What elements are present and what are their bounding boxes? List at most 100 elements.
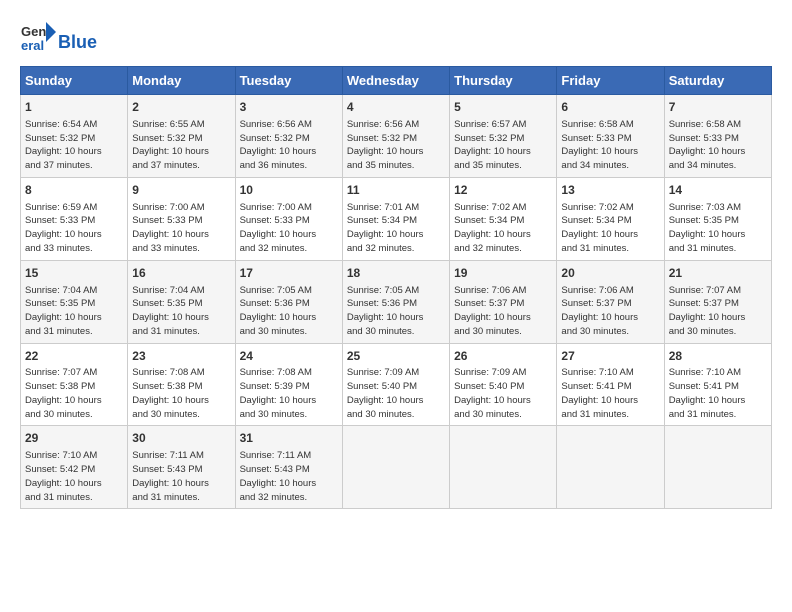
calendar-week-row: 22Sunrise: 7:07 AM Sunset: 5:38 PM Dayli… xyxy=(21,343,772,426)
day-number: 15 xyxy=(25,265,123,282)
calendar-week-row: 15 Sunrise: 7:04 AM Sunset: 5:35 PM Dayli… xyxy=(21,260,772,343)
day-number: 19 xyxy=(454,265,552,282)
calendar-cell: 1Sunrise: 6:54 AM Sunset: 5:32 PM Daylig… xyxy=(21,95,128,178)
calendar-cell: 21 Sunrise: 7:07 AM Sunset: 5:37 PM Dayli… xyxy=(664,260,771,343)
day-info: Sunrise: 7:06 AM Sunset: 5:37 PM Dayligh… xyxy=(454,284,552,339)
day-info: Sunrise: 7:05 AM Sunset: 5:36 PM Dayligh… xyxy=(240,284,338,339)
calendar-day-header: Friday xyxy=(557,67,664,95)
calendar-cell: 16Sunrise: 7:04 AM Sunset: 5:35 PM Dayli… xyxy=(128,260,235,343)
calendar-cell: 26Sunrise: 7:09 AM Sunset: 5:40 PM Dayli… xyxy=(450,343,557,426)
calendar-cell: 29Sunrise: 7:10 AM Sunset: 5:42 PM Dayli… xyxy=(21,426,128,509)
day-number: 10 xyxy=(240,182,338,199)
calendar-cell: 19 Sunrise: 7:06 AM Sunset: 5:37 PM Dayli… xyxy=(450,260,557,343)
day-info: Sunrise: 7:02 AM Sunset: 5:34 PM Dayligh… xyxy=(454,201,552,256)
calendar-day-header: Wednesday xyxy=(342,67,449,95)
day-number: 17 xyxy=(240,265,338,282)
day-number: 3 xyxy=(240,99,338,116)
calendar-cell: 18 Sunrise: 7:05 AM Sunset: 5:36 PM Dayli… xyxy=(342,260,449,343)
calendar-cell: 17 Sunrise: 7:05 AM Sunset: 5:36 PM Dayli… xyxy=(235,260,342,343)
calendar-day-header: Sunday xyxy=(21,67,128,95)
day-info: Sunrise: 7:11 AM Sunset: 5:43 PM Dayligh… xyxy=(240,449,338,504)
calendar-week-row: 8 Sunrise: 6:59 AM Sunset: 5:33 PM Daylig… xyxy=(21,177,772,260)
day-number: 27 xyxy=(561,348,659,365)
day-number: 1 xyxy=(25,99,123,116)
day-info: Sunrise: 7:01 AM Sunset: 5:34 PM Dayligh… xyxy=(347,201,445,256)
day-info: Sunrise: 7:07 AM Sunset: 5:37 PM Dayligh… xyxy=(669,284,767,339)
day-info: Sunrise: 6:56 AM Sunset: 5:32 PM Dayligh… xyxy=(347,118,445,173)
day-number: 21 xyxy=(669,265,767,282)
calendar-cell xyxy=(342,426,449,509)
day-number: 8 xyxy=(25,182,123,199)
day-number: 25 xyxy=(347,348,445,365)
day-number: 4 xyxy=(347,99,445,116)
page-header: Gen eral Blue xyxy=(20,20,772,56)
calendar-cell: 11 Sunrise: 7:01 AM Sunset: 5:34 PM Dayli… xyxy=(342,177,449,260)
calendar-cell: 15 Sunrise: 7:04 AM Sunset: 5:35 PM Dayli… xyxy=(21,260,128,343)
calendar-cell: 22Sunrise: 7:07 AM Sunset: 5:38 PM Dayli… xyxy=(21,343,128,426)
calendar-cell: 5 Sunrise: 6:57 AM Sunset: 5:32 PM Daylig… xyxy=(450,95,557,178)
day-info: Sunrise: 6:57 AM Sunset: 5:32 PM Dayligh… xyxy=(454,118,552,173)
day-number: 20 xyxy=(561,265,659,282)
day-number: 22 xyxy=(25,348,123,365)
day-number: 28 xyxy=(669,348,767,365)
day-info: Sunrise: 7:10 AM Sunset: 5:42 PM Dayligh… xyxy=(25,449,123,504)
day-info: Sunrise: 7:05 AM Sunset: 5:36 PM Dayligh… xyxy=(347,284,445,339)
calendar-cell: 12 Sunrise: 7:02 AM Sunset: 5:34 PM Dayli… xyxy=(450,177,557,260)
calendar-day-header: Thursday xyxy=(450,67,557,95)
day-number: 13 xyxy=(561,182,659,199)
day-info: Sunrise: 7:03 AM Sunset: 5:35 PM Dayligh… xyxy=(669,201,767,256)
calendar-cell xyxy=(450,426,557,509)
calendar-day-header: Saturday xyxy=(664,67,771,95)
calendar-cell: 30 Sunrise: 7:11 AM Sunset: 5:43 PM Dayli… xyxy=(128,426,235,509)
calendar-cell: 13 Sunrise: 7:02 AM Sunset: 5:34 PM Dayli… xyxy=(557,177,664,260)
day-info: Sunrise: 7:08 AM Sunset: 5:39 PM Dayligh… xyxy=(240,366,338,421)
logo: Gen eral Blue xyxy=(20,20,97,56)
calendar-cell xyxy=(557,426,664,509)
calendar-week-row: 1Sunrise: 6:54 AM Sunset: 5:32 PM Daylig… xyxy=(21,95,772,178)
svg-text:Gen: Gen xyxy=(21,24,46,39)
day-info: Sunrise: 6:56 AM Sunset: 5:32 PM Dayligh… xyxy=(240,118,338,173)
calendar-day-header: Tuesday xyxy=(235,67,342,95)
calendar-cell: 7 Sunrise: 6:58 AM Sunset: 5:33 PM Daylig… xyxy=(664,95,771,178)
calendar-cell: 31 Sunrise: 7:11 AM Sunset: 5:43 PM Dayli… xyxy=(235,426,342,509)
calendar-cell: 8 Sunrise: 6:59 AM Sunset: 5:33 PM Daylig… xyxy=(21,177,128,260)
calendar-cell: 9Sunrise: 7:00 AM Sunset: 5:33 PM Daylig… xyxy=(128,177,235,260)
day-info: Sunrise: 7:04 AM Sunset: 5:35 PM Dayligh… xyxy=(132,284,230,339)
day-info: Sunrise: 7:08 AM Sunset: 5:38 PM Dayligh… xyxy=(132,366,230,421)
day-number: 11 xyxy=(347,182,445,199)
day-number: 5 xyxy=(454,99,552,116)
day-info: Sunrise: 7:00 AM Sunset: 5:33 PM Dayligh… xyxy=(240,201,338,256)
calendar-cell: 4 Sunrise: 6:56 AM Sunset: 5:32 PM Daylig… xyxy=(342,95,449,178)
calendar-week-row: 29Sunrise: 7:10 AM Sunset: 5:42 PM Dayli… xyxy=(21,426,772,509)
day-info: Sunrise: 6:58 AM Sunset: 5:33 PM Dayligh… xyxy=(561,118,659,173)
day-info: Sunrise: 7:11 AM Sunset: 5:43 PM Dayligh… xyxy=(132,449,230,504)
calendar-cell: 23Sunrise: 7:08 AM Sunset: 5:38 PM Dayli… xyxy=(128,343,235,426)
day-number: 18 xyxy=(347,265,445,282)
day-info: Sunrise: 6:59 AM Sunset: 5:33 PM Dayligh… xyxy=(25,201,123,256)
day-number: 24 xyxy=(240,348,338,365)
calendar-cell xyxy=(664,426,771,509)
day-info: Sunrise: 7:09 AM Sunset: 5:40 PM Dayligh… xyxy=(347,366,445,421)
svg-text:eral: eral xyxy=(21,38,44,53)
day-number: 12 xyxy=(454,182,552,199)
day-number: 2 xyxy=(132,99,230,116)
day-number: 30 xyxy=(132,430,230,447)
day-info: Sunrise: 7:10 AM Sunset: 5:41 PM Dayligh… xyxy=(561,366,659,421)
calendar-cell: 14Sunrise: 7:03 AM Sunset: 5:35 PM Dayli… xyxy=(664,177,771,260)
day-number: 31 xyxy=(240,430,338,447)
calendar-cell: 3 Sunrise: 6:56 AM Sunset: 5:32 PM Daylig… xyxy=(235,95,342,178)
calendar-cell: 27Sunrise: 7:10 AM Sunset: 5:41 PM Dayli… xyxy=(557,343,664,426)
logo-graphic: Gen eral xyxy=(20,20,56,56)
day-info: Sunrise: 7:06 AM Sunset: 5:37 PM Dayligh… xyxy=(561,284,659,339)
calendar-day-header: Monday xyxy=(128,67,235,95)
day-number: 26 xyxy=(454,348,552,365)
day-number: 7 xyxy=(669,99,767,116)
day-info: Sunrise: 7:04 AM Sunset: 5:35 PM Dayligh… xyxy=(25,284,123,339)
day-info: Sunrise: 6:58 AM Sunset: 5:33 PM Dayligh… xyxy=(669,118,767,173)
calendar-cell: 25Sunrise: 7:09 AM Sunset: 5:40 PM Dayli… xyxy=(342,343,449,426)
day-number: 23 xyxy=(132,348,230,365)
day-info: Sunrise: 7:02 AM Sunset: 5:34 PM Dayligh… xyxy=(561,201,659,256)
logo-blue-text: Blue xyxy=(58,32,97,53)
calendar-cell: 20 Sunrise: 7:06 AM Sunset: 5:37 PM Dayli… xyxy=(557,260,664,343)
calendar-cell: 24Sunrise: 7:08 AM Sunset: 5:39 PM Dayli… xyxy=(235,343,342,426)
